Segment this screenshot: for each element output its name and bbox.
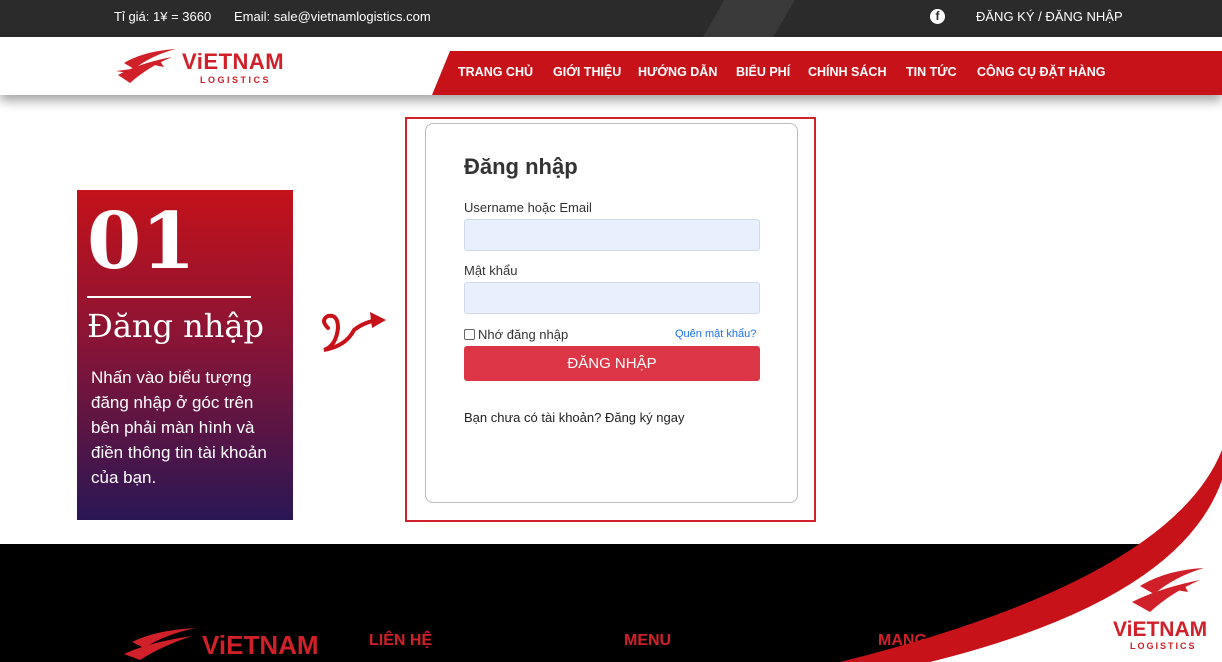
exchange-rate: Tỉ giá: 1¥ = 3660 [114, 9, 212, 24]
facebook-icon[interactable]: f [930, 9, 945, 24]
remember-checkbox[interactable] [464, 329, 475, 340]
footer-logo[interactable]: ViETNAM [120, 626, 330, 662]
top-bar: Tỉ giá: 1¥ = 3660 Email: sale@vietnamlog… [0, 0, 1222, 37]
step-description: Nhấn vào biểu tượng đăng nhập ở góc trên… [91, 368, 267, 487]
site-header: ViETNAM LOGISTICS TRANG CHỦ GIỚI THIỆU H… [0, 37, 1222, 95]
corner-logo-wordmark: ViETNAM [1113, 618, 1208, 641]
nav-item-home[interactable]: TRANG CHỦ [458, 65, 533, 79]
username-input[interactable] [464, 219, 760, 251]
nav-item-about[interactable]: GIỚI THIỆU [553, 65, 621, 79]
password-input[interactable] [464, 282, 760, 314]
footer-logo-wordmark: ViETNAM [202, 630, 319, 660]
logo-swoosh-icon [116, 49, 176, 83]
step-number: 01 [87, 196, 196, 287]
password-label: Mật khẩu [464, 263, 518, 278]
arrow-right-icon [322, 312, 386, 352]
login-card: Đăng nhập Username hoặc Email Mật khẩu N… [425, 123, 798, 503]
login-button[interactable]: ĐĂNG NHẬP [464, 346, 760, 381]
contact-email[interactable]: Email: sale@vietnamlogistics.com [234, 9, 431, 24]
step-card: 01 Đăng nhập Nhấn vào biểu tượng đăng nh… [77, 190, 293, 520]
signup-prompt[interactable]: Bạn chưa có tài khoản? Đăng ký ngay [464, 410, 684, 425]
logo-tagline: LOGISTICS [200, 75, 272, 85]
corner-logo-tagline: LOGISTICS [1130, 641, 1197, 651]
step-title: Đăng nhập [87, 307, 264, 345]
logo-swoosh-icon [1132, 568, 1204, 612]
footer-col-menu: MENU [624, 632, 672, 649]
nav-item-fees[interactable]: BIỂU PHÍ [736, 65, 790, 79]
footer-col-contact: LIÊN HỆ [369, 632, 433, 649]
main-nav: TRANG CHỦ GIỚI THIỆU HƯỚNG DẪN BIỂU PHÍ … [432, 51, 1222, 95]
nav-item-order-tool[interactable]: CÔNG CỤ ĐẶT HÀNG [977, 65, 1105, 79]
top-bar-decoration [640, 0, 900, 37]
step-divider [87, 296, 251, 298]
logo-swoosh-icon [124, 628, 196, 660]
register-login-link[interactable]: ĐĂNG KÝ / ĐĂNG NHẬP [976, 9, 1123, 24]
remember-label: Nhớ đăng nhập [478, 327, 569, 342]
nav-item-guide[interactable]: HƯỚNG DẪN [638, 65, 717, 79]
site-logo[interactable]: ViETNAM LOGISTICS [114, 45, 294, 89]
corner-logo: ViETNAM LOGISTICS [1110, 562, 1216, 654]
login-heading: Đăng nhập [464, 154, 578, 179]
logo-wordmark: ViETNAM [182, 49, 285, 74]
remember-me[interactable]: Nhớ đăng nhập [464, 327, 568, 342]
username-label: Username hoặc Email [464, 200, 592, 215]
nav-item-news[interactable]: TIN TỨC [906, 65, 957, 79]
nav-item-policy[interactable]: CHÍNH SÁCH [808, 65, 886, 79]
forgot-password-link[interactable]: Quên mật khẩu? [675, 328, 756, 340]
